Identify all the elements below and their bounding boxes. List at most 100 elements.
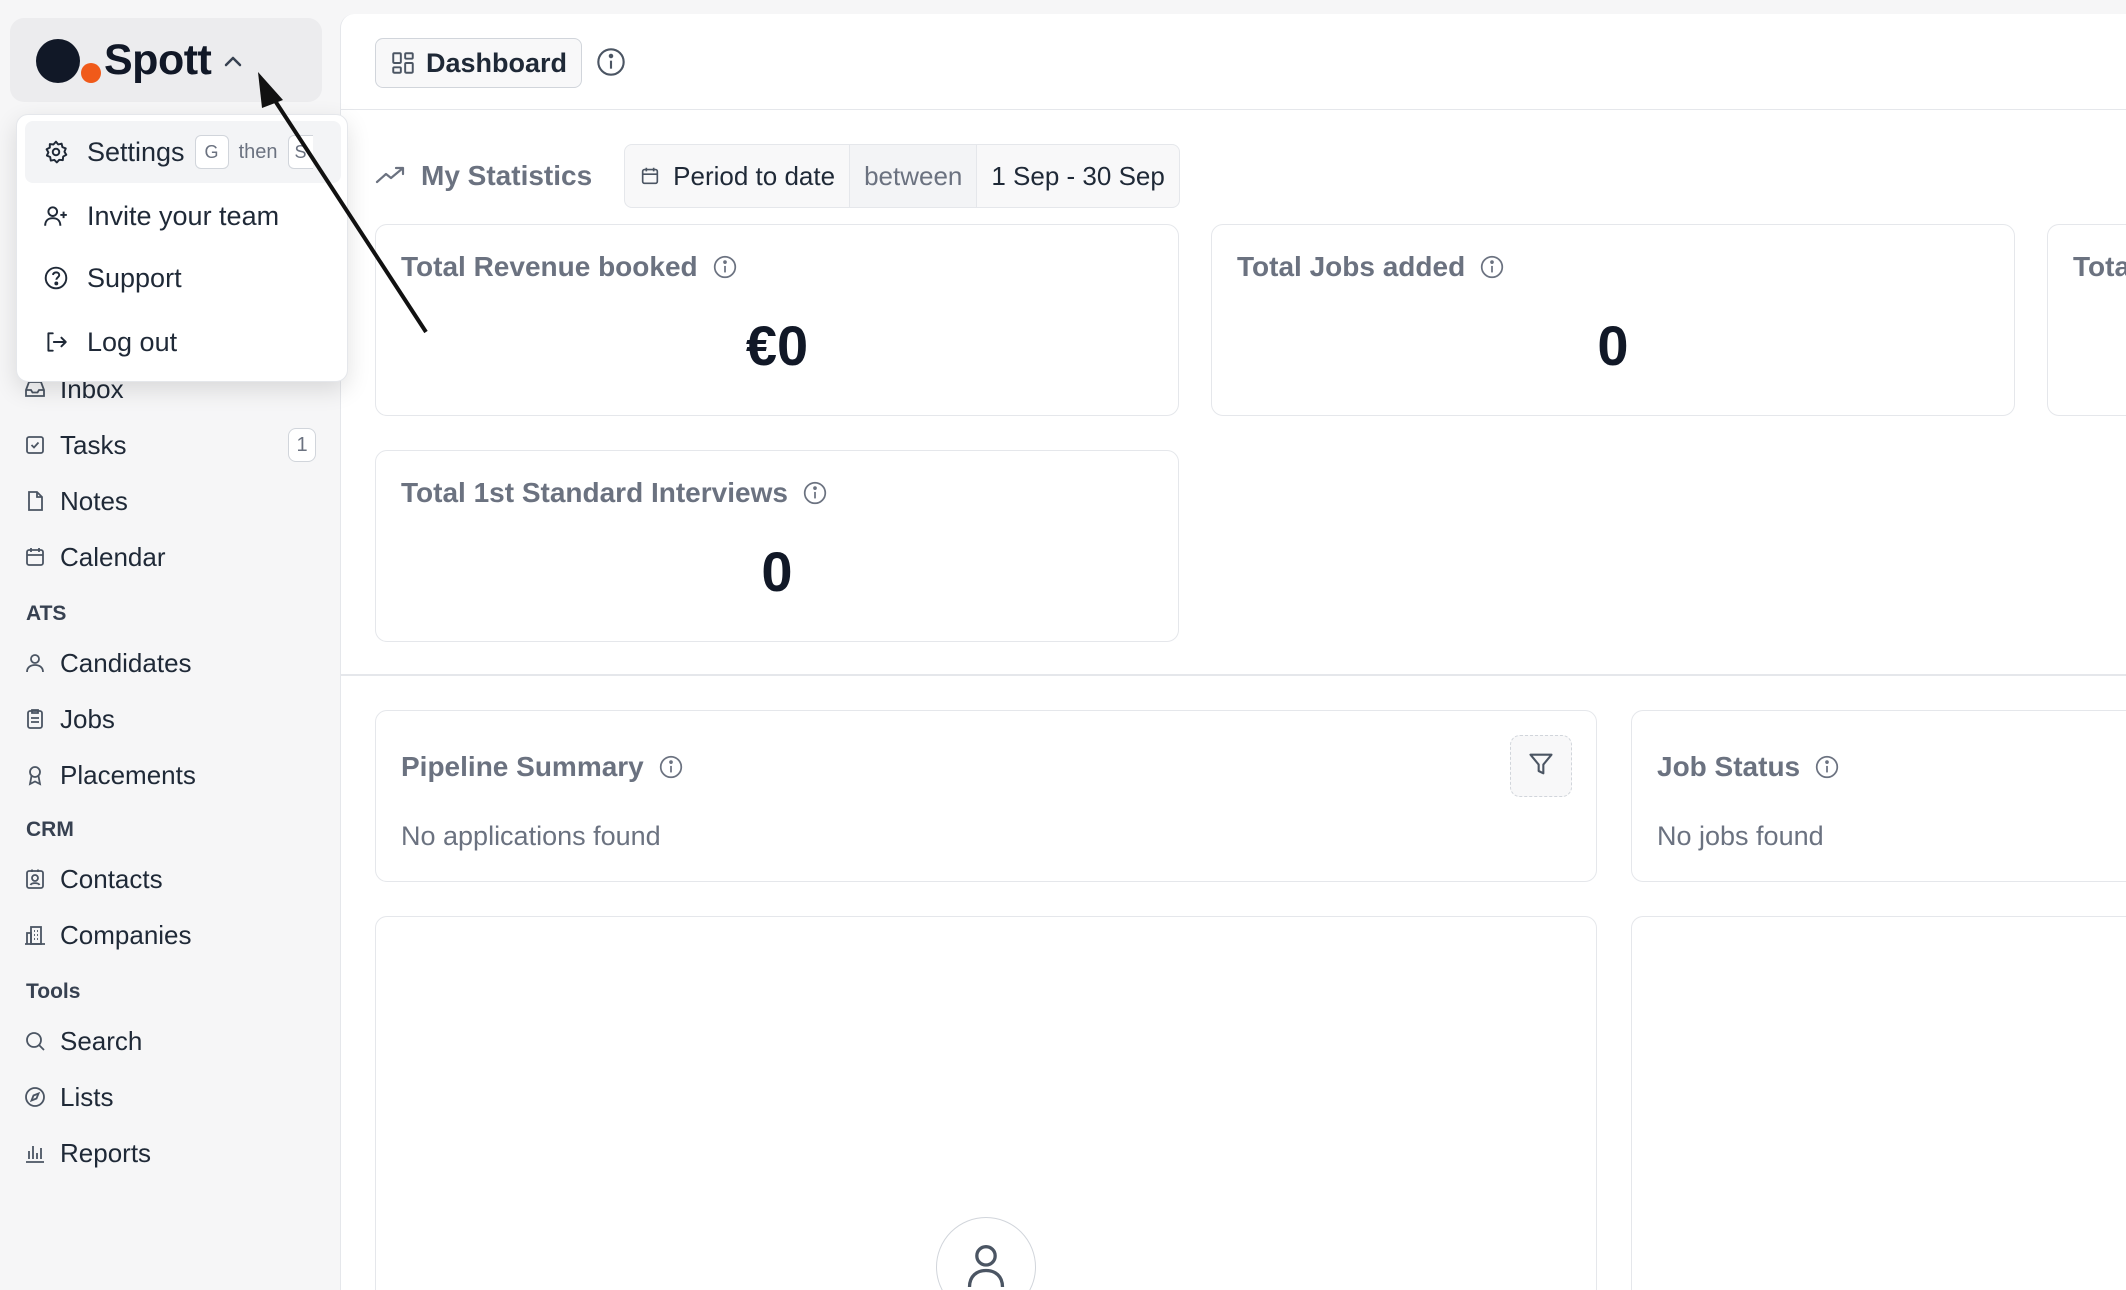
card-title-label: Total Revenue booked xyxy=(401,251,698,282)
user-icon xyxy=(964,1240,1008,1290)
card-title-label: Pipeline Summary xyxy=(401,751,644,782)
sidebar-item-contacts[interactable]: Contacts xyxy=(20,856,316,902)
info-icon[interactable] xyxy=(802,480,828,506)
empty-state-text: No jobs found xyxy=(1657,821,1824,851)
info-icon[interactable] xyxy=(712,254,738,280)
user-plus-icon xyxy=(41,201,71,231)
workspace-switcher[interactable]: Spott xyxy=(10,18,322,102)
sidebar-item-label: Calendar xyxy=(60,541,166,572)
menu-item-support[interactable]: Support xyxy=(25,247,341,309)
sidebar-item-label: Companies xyxy=(60,919,192,950)
bar-chart-icon xyxy=(20,1138,50,1168)
card-value: 0 xyxy=(1597,314,1629,377)
award-icon xyxy=(20,760,50,790)
sidebar-item-candidates[interactable]: Candidates xyxy=(20,640,316,686)
workspace-menu: Settings G then S Invite your team Suppo… xyxy=(16,114,348,382)
shortcut-key: S xyxy=(287,135,313,169)
brand-logo xyxy=(26,33,101,87)
info-icon[interactable] xyxy=(1814,754,1840,780)
card-title: Total 1st Standard Interviews xyxy=(401,477,828,509)
sidebar-item-label: Candidates xyxy=(60,647,192,678)
tasks-count-badge: 1 xyxy=(288,428,316,462)
calendar-icon xyxy=(20,542,50,572)
card-title: Total Jobs added xyxy=(1237,251,1505,283)
sidebar-item-search[interactable]: Search xyxy=(20,1018,316,1064)
sidebar-item-companies[interactable]: Companies xyxy=(20,912,316,958)
stat-card-revenue: Total Revenue booked €0 xyxy=(375,224,1179,416)
brand-name: Spott xyxy=(104,35,212,84)
stat-card-partial: Tota xyxy=(2047,224,2126,416)
user-icon xyxy=(20,648,50,678)
menu-item-invite[interactable]: Invite your team xyxy=(25,185,341,247)
section-label-ats: ATS xyxy=(26,602,67,625)
contact-icon xyxy=(20,864,50,894)
empty-state-text: No applications found xyxy=(401,821,661,851)
card-value: 0 xyxy=(761,540,793,603)
date-range[interactable]: 1 Sep - 30 Sep xyxy=(977,145,1178,207)
card-title-label: Tota xyxy=(2073,251,2126,282)
calendar-icon xyxy=(639,165,661,187)
sidebar-item-label: Notes xyxy=(60,485,128,516)
section-divider xyxy=(341,674,2126,676)
card-title: Pipeline Summary xyxy=(401,751,684,783)
check-square-icon xyxy=(20,430,50,460)
layout-grid-icon xyxy=(390,50,416,76)
sidebar-item-placements[interactable]: Placements xyxy=(20,752,316,798)
sidebar-item-notes[interactable]: Notes xyxy=(20,478,316,524)
sidebar-item-jobs[interactable]: Jobs xyxy=(20,696,316,742)
card-title-label: Job Status xyxy=(1657,751,1801,782)
dashboard-button[interactable]: Dashboard xyxy=(375,38,583,88)
sidebar-item-label: Placements xyxy=(60,759,196,790)
main-content: Dashboard My Statistics Period to date b… xyxy=(340,14,2126,1290)
sidebar-item-lists[interactable]: Lists xyxy=(20,1074,316,1120)
sidebar-item-calendar[interactable]: Calendar xyxy=(20,534,316,580)
compass-icon xyxy=(20,1082,50,1112)
card-title: Total Revenue booked xyxy=(401,251,738,283)
section-label-crm: CRM xyxy=(26,818,74,841)
filter-button[interactable] xyxy=(1510,735,1572,797)
help-circle-icon xyxy=(41,263,71,293)
sidebar-item-label: Contacts xyxy=(60,863,163,894)
sidebar-item-label: Lists xyxy=(60,1081,114,1112)
bottom-panel-left xyxy=(375,916,1597,1290)
building-icon xyxy=(20,920,50,950)
card-title: Job Status xyxy=(1657,751,1840,783)
app-root: Spott Inbox Tasks 1 Notes Calendar ATS C… xyxy=(0,0,2126,1290)
sidebar-item-tasks[interactable]: Tasks 1 xyxy=(20,422,316,468)
between-label: between xyxy=(850,145,978,207)
section-label-tools: Tools xyxy=(26,980,81,1003)
sidebar-item-label: Reports xyxy=(60,1137,152,1168)
info-icon[interactable] xyxy=(1479,254,1505,280)
file-icon xyxy=(20,486,50,516)
info-icon[interactable] xyxy=(595,46,627,83)
trending-up-icon xyxy=(375,164,407,188)
sidebar-item-label: Tasks xyxy=(60,429,127,460)
stats-title-label: My Statistics xyxy=(421,160,593,191)
period-select[interactable]: Period to date xyxy=(625,145,851,207)
log-out-icon xyxy=(41,327,71,357)
sidebar-item-label: Jobs xyxy=(60,703,115,734)
filter-icon xyxy=(1527,750,1555,783)
menu-item-label: Invite your team xyxy=(87,200,280,231)
gear-icon xyxy=(41,137,71,167)
menu-item-logout[interactable]: Log out xyxy=(25,311,341,373)
info-icon[interactable] xyxy=(658,754,684,780)
shortcut-separator: then xyxy=(238,140,278,163)
card-title: Tota xyxy=(2073,251,2126,283)
sidebar-item-label: Search xyxy=(60,1025,143,1056)
clipboard-icon xyxy=(20,704,50,734)
job-status-card: Job Status No jobs found xyxy=(1631,710,2126,882)
shortcut-key: G xyxy=(194,135,229,169)
search-icon xyxy=(20,1026,50,1056)
topbar: Dashboard xyxy=(341,14,2126,110)
card-title-label: Total 1st Standard Interviews xyxy=(401,477,788,508)
stat-card-jobs: Total Jobs added 0 xyxy=(1211,224,2015,416)
menu-item-label: Support xyxy=(87,262,182,293)
menu-item-label: Settings xyxy=(87,136,185,167)
menu-item-label: Log out xyxy=(87,326,178,357)
stats-bar: My Statistics Period to date between 1 S… xyxy=(375,144,1180,208)
menu-item-settings[interactable]: Settings G then S xyxy=(25,121,341,183)
bottom-panel-right xyxy=(1631,916,2126,1290)
sidebar-item-reports[interactable]: Reports xyxy=(20,1130,316,1176)
avatar xyxy=(936,1217,1036,1290)
